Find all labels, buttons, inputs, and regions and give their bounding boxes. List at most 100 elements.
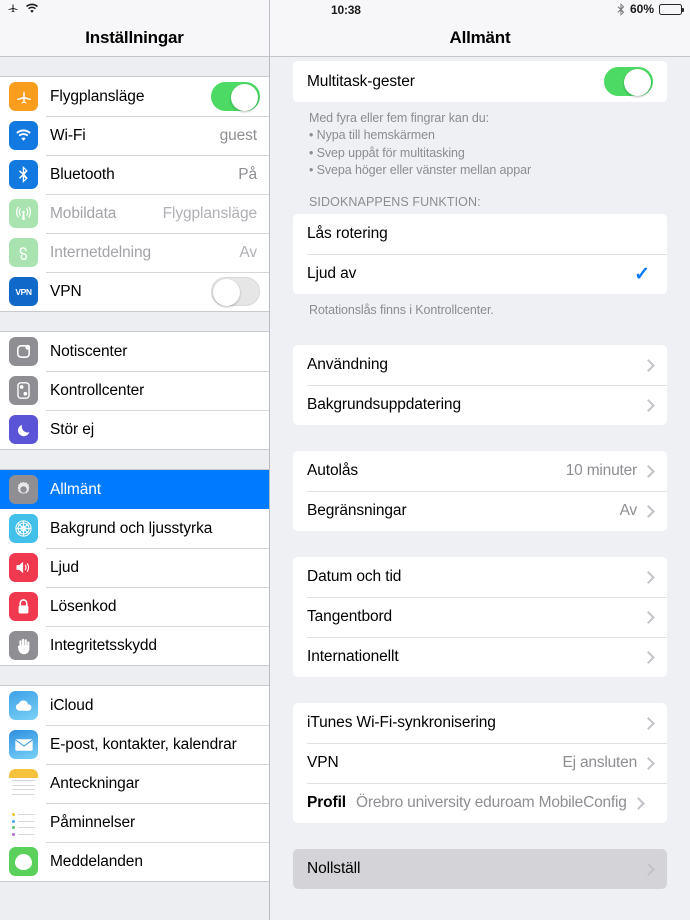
network-card: iTunes Wi-Fi-synkronisering VPN Ej anslu… — [293, 703, 667, 824]
sidebar-item-mobildata[interactable]: Mobildata Flygplansläge — [0, 194, 269, 233]
footer-bullet: • Svepa höger eller vänster mellan appar — [309, 162, 532, 177]
sidebar-item-flygplanslage[interactable]: Flygplansläge — [0, 77, 269, 116]
chevron-right-icon — [642, 610, 655, 624]
vpn-toggle[interactable] — [211, 277, 260, 306]
sidebar-item-value: På — [238, 165, 257, 183]
sidebar-item-vpn[interactable]: VPN VPN — [0, 272, 269, 311]
bluetooth-icon — [617, 2, 625, 16]
chevron-right-icon — [642, 862, 655, 876]
status-left — [7, 2, 39, 14]
sidebar-item-label: Notiscenter — [50, 342, 128, 360]
row-value: Av — [619, 502, 638, 520]
chevron-right-icon — [642, 756, 655, 770]
multitask-toggle[interactable] — [604, 67, 653, 96]
side-switch-footer: Rotationslås finns i Kontrollcenter. — [309, 303, 494, 317]
detail-panel: Allmänt Multitask-gester Med fyra eller … — [270, 0, 690, 920]
settings-screen: 10:38 60% Inställningar Flygplansläge Wi… — [0, 0, 690, 920]
sidebar-item-label: Mobildata — [50, 204, 117, 222]
sidebar-item-label: Internetdelning — [50, 243, 152, 261]
row-value: 10 minuter — [565, 462, 637, 480]
sidebar-item-notiscenter[interactable]: Notiscenter — [0, 332, 269, 371]
sidebar-item-label: Anteckningar — [50, 774, 140, 792]
status-clock: 10:38 — [331, 3, 361, 17]
footer-bullet: • Nypa till hemskärmen — [309, 128, 435, 143]
row-label: Multitask-gester — [307, 72, 415, 90]
chevron-right-icon — [642, 504, 655, 518]
sidebar-item-internetdelning[interactable]: Internetdelning Av — [0, 233, 269, 272]
sidebar-item-paminnelser[interactable]: Påminnelser — [0, 803, 269, 842]
wifi-icon — [25, 3, 39, 14]
side-switch-header: SIDOKNAPPENS FUNKTION: — [309, 195, 481, 209]
row-autolas[interactable]: Autolås 10 minuter — [293, 451, 667, 492]
airplane-mode-toggle[interactable] — [211, 82, 260, 111]
sidebar-item-integritetsskydd[interactable]: Integritetsskydd — [0, 626, 269, 665]
notification-center-icon — [9, 337, 38, 366]
wallpaper-icon — [9, 514, 38, 543]
status-right: 60% — [617, 2, 684, 16]
sidebar-item-anteckningar[interactable]: Anteckningar — [0, 764, 269, 803]
row-anvandning[interactable]: Användning — [293, 345, 667, 386]
sidebar: Inställningar Flygplansläge Wi-Fi guest — [0, 0, 270, 920]
row-ljud-av[interactable]: Ljud av ✓ — [293, 254, 667, 294]
row-nollstall[interactable]: Nollställ — [293, 849, 667, 890]
sidebar-gap — [0, 57, 269, 76]
row-label: Bakgrundsuppdatering — [307, 396, 461, 414]
chevron-right-icon — [642, 358, 655, 372]
messages-icon — [9, 847, 38, 876]
row-begransningar[interactable]: Begränsningar Av — [293, 491, 667, 532]
row-label: Användning — [307, 356, 388, 374]
sidebar-item-ljud[interactable]: Ljud — [0, 548, 269, 587]
multitask-card: Multitask-gester — [293, 61, 667, 102]
cellular-icon — [9, 199, 38, 228]
side-switch-card: Lås rotering Ljud av ✓ — [293, 214, 667, 294]
sidebar-item-icloud[interactable]: iCloud — [0, 686, 269, 725]
sidebar-item-label: E-post, kontakter, kalendrar — [50, 735, 237, 753]
row-label: Datum och tid — [307, 568, 402, 586]
checkmark-icon: ✓ — [634, 263, 650, 285]
row-internationellt[interactable]: Internationellt — [293, 637, 667, 678]
row-tangentbord[interactable]: Tangentbord — [293, 597, 667, 638]
row-profil[interactable]: Profil Örebro university eduroam MobileC… — [293, 783, 667, 824]
sidebar-item-stor-ej[interactable]: Stör ej — [0, 410, 269, 449]
airplane-icon — [7, 2, 19, 14]
row-label: Internationellt — [307, 648, 399, 666]
chevron-right-icon — [642, 650, 655, 664]
reset-card: Nollställ — [293, 849, 667, 890]
battery-percent-label: 60% — [629, 2, 654, 16]
row-multitask-gester[interactable]: Multitask-gester — [293, 61, 667, 102]
row-label: VPN — [307, 754, 339, 772]
sidebar-item-allmant[interactable]: Allmänt — [0, 470, 269, 509]
sidebar-item-label: Bluetooth — [50, 165, 115, 183]
sidebar-item-label: Bakgrund och ljusstyrka — [50, 519, 213, 537]
sidebar-item-label: Ljud — [50, 558, 79, 576]
detail-scroll-area[interactable]: Multitask-gester Med fyra eller fem fing… — [270, 57, 690, 920]
row-itunes-wifi-synkronisering[interactable]: iTunes Wi-Fi-synkronisering — [293, 703, 667, 744]
sidebar-item-label: Integritetsskydd — [50, 636, 157, 654]
row-datum-och-tid[interactable]: Datum och tid — [293, 557, 667, 598]
row-las-rotering[interactable]: Lås rotering — [293, 214, 667, 254]
reminders-icon — [9, 808, 38, 837]
chevron-right-icon — [631, 796, 645, 810]
sidebar-item-bakgrund-och-ljusstyrka[interactable]: Bakgrund och ljusstyrka — [0, 509, 269, 548]
sidebar-item-kontrollcenter[interactable]: Kontrollcenter — [0, 371, 269, 410]
sidebar-item-wifi[interactable]: Wi-Fi guest — [0, 116, 269, 155]
row-vpn[interactable]: VPN Ej ansluten — [293, 743, 667, 784]
lock-card: Autolås 10 minuter Begränsningar Av — [293, 451, 667, 532]
chevron-right-icon — [642, 716, 655, 730]
sidebar-item-label: VPN — [50, 282, 82, 300]
sidebar-item-value: Flygplansläge — [162, 204, 257, 222]
mail-icon — [9, 730, 38, 759]
sidebar-item-epost-kontakter-kalendrar[interactable]: E-post, kontakter, kalendrar — [0, 725, 269, 764]
sidebar-gap — [0, 450, 269, 469]
status-bar: 10:38 60% — [0, 0, 690, 20]
sidebar-item-losenkod[interactable]: Lösenkod — [0, 587, 269, 626]
sidebar-item-label: Meddelanden — [50, 852, 143, 870]
sidebar-item-label: Wi-Fi — [50, 126, 86, 144]
row-bakgrundsuppdatering[interactable]: Bakgrundsuppdatering — [293, 385, 667, 426]
sidebar-item-label: Kontrollcenter — [50, 381, 145, 399]
gear-icon — [9, 475, 38, 504]
sidebar-item-bluetooth[interactable]: Bluetooth På — [0, 155, 269, 194]
vpn-icon: VPN — [9, 277, 38, 306]
sidebar-item-meddelanden[interactable]: Meddelanden — [0, 842, 269, 881]
usage-card: Användning Bakgrundsuppdatering — [293, 345, 667, 426]
